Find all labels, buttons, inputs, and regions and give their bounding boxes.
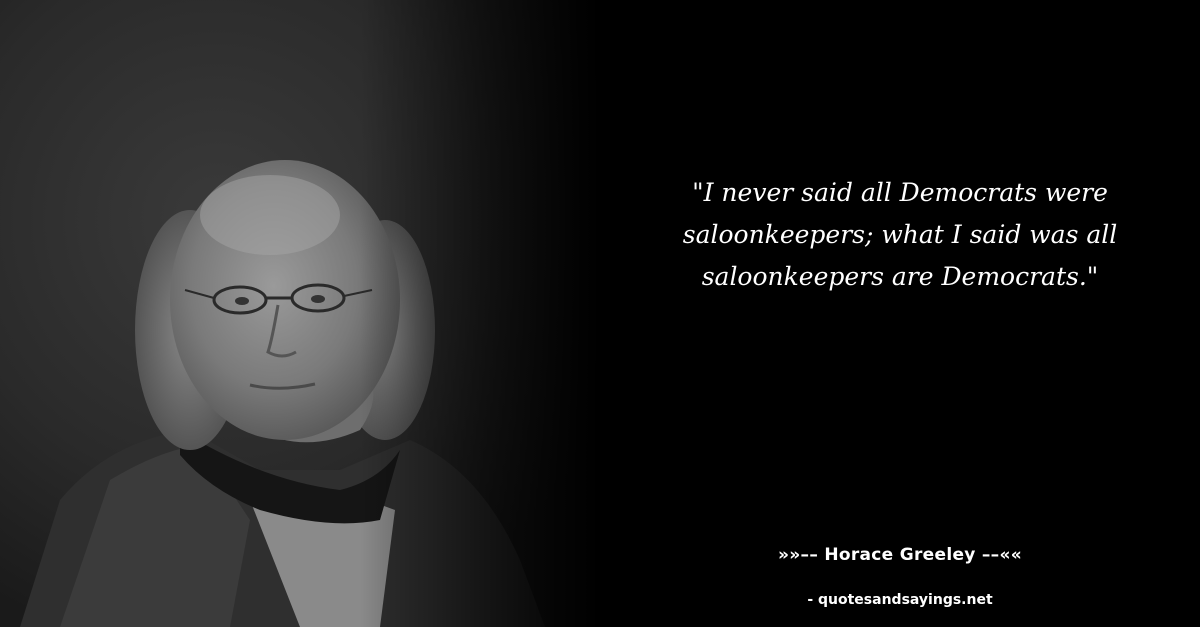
author-attribution: »»–– Horace Greeley ––«« [777,545,1023,565]
portrait-photo [0,0,620,627]
quote-text: "I never said all Democrats were saloonk… [682,178,1118,291]
site-credit: - quotesandsayings.net [807,592,993,608]
quote-card: "I never said all Democrats were saloonk… [0,0,1200,627]
